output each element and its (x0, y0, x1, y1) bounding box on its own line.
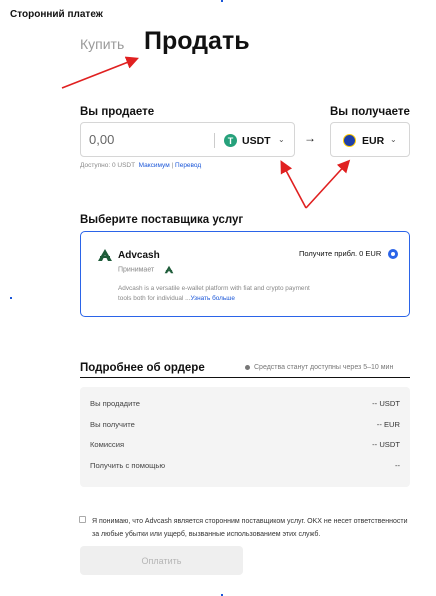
max-link[interactable]: Максимум (139, 162, 170, 169)
sell-currency-label[interactable]: USDT (242, 135, 271, 147)
field-divider (214, 133, 215, 148)
chevron-down-icon[interactable]: ⌄ (390, 135, 397, 144)
row-value: -- EUR (376, 420, 400, 429)
row-key: Получить с помощью (90, 461, 166, 470)
learn-more-link[interactable]: Узнать больше (190, 295, 234, 302)
row-value: -- USDT (372, 440, 400, 449)
order-row: Комиссия -- USDT (90, 440, 400, 452)
transfer-link[interactable]: Перевод (175, 162, 201, 169)
euro-flag-icon (343, 134, 356, 147)
provider-section-title: Выберите поставщика услуг (80, 214, 244, 226)
third-party-payment-page: Сторонний платеж Купить Продать Вы прода… (0, 0, 436, 596)
advcash-payment-icon (164, 265, 174, 274)
order-row: Получить с помощью -- (90, 461, 400, 473)
annotation-arrow (305, 159, 351, 209)
order-details-title: Подробнее об ордере (80, 362, 205, 374)
disclaimer-text: Я понимаю, что Advcash является сторонни… (92, 518, 408, 538)
agree-checkbox[interactable] (79, 516, 86, 523)
divider (80, 377, 410, 378)
provider-card-advcash[interactable]: Advcash Принимает Получите прибл. 0 EUR … (80, 231, 410, 317)
order-row: Вы продадите -- USDT (90, 399, 400, 411)
sell-amount-field[interactable]: 0,00 T USDT ⌄ (80, 122, 295, 157)
provider-radio-selected[interactable] (388, 249, 398, 259)
tab-sell[interactable]: Продать (144, 27, 250, 56)
available-text: Доступно: 0 USDT (80, 162, 135, 169)
provider-name: Advcash (118, 250, 160, 261)
arrow-right-icon: → (304, 131, 316, 145)
row-value: -- USDT (372, 399, 400, 408)
sell-label: Вы продаете (80, 106, 155, 118)
page-header-title: Сторонний платеж (10, 9, 103, 20)
receive-currency-label[interactable]: EUR (362, 135, 384, 147)
row-key: Вы продадите (90, 399, 140, 408)
advcash-logo-icon (97, 248, 113, 262)
tether-icon: T (224, 134, 237, 147)
edge-mark (221, 0, 223, 2)
info-dot-icon (245, 364, 250, 370)
receive-currency-select[interactable]: EUR ⌄ (330, 122, 410, 157)
accepts-text: Принимает (118, 266, 155, 274)
chevron-down-icon[interactable]: ⌄ (278, 135, 285, 144)
receive-label: Вы получаете (330, 106, 410, 118)
provider-rate: Получите прибл. 0 EUR (299, 249, 382, 258)
order-row: Вы получите -- EUR (90, 420, 400, 432)
tab-buy[interactable]: Купить (80, 36, 124, 52)
annotation-arrow (61, 56, 139, 89)
row-key: Вы получите (90, 420, 135, 429)
available-balance: Доступно: 0 USDT Максимум | Перевод (80, 162, 201, 169)
edge-mark (10, 297, 12, 299)
order-timing-note: Средства станут доступны через 5–10 мин (245, 364, 393, 371)
row-value: -- (394, 461, 400, 470)
pay-button[interactable]: Оплатить (80, 546, 243, 575)
row-key: Комиссия (90, 440, 125, 449)
provider-accepts-label: Принимает (118, 265, 174, 274)
link-separator: | (171, 162, 174, 169)
svg-text:T: T (228, 136, 234, 146)
order-note-text: Средства станут доступны через 5–10 мин (254, 364, 394, 371)
sell-amount-input[interactable]: 0,00 (89, 132, 114, 147)
order-summary: Вы продадите -- USDT Вы получите -- EUR Ко… (80, 387, 410, 487)
annotation-arrow (280, 160, 307, 209)
provider-description: Advcash is a versatile e-wallet platform… (118, 284, 318, 304)
